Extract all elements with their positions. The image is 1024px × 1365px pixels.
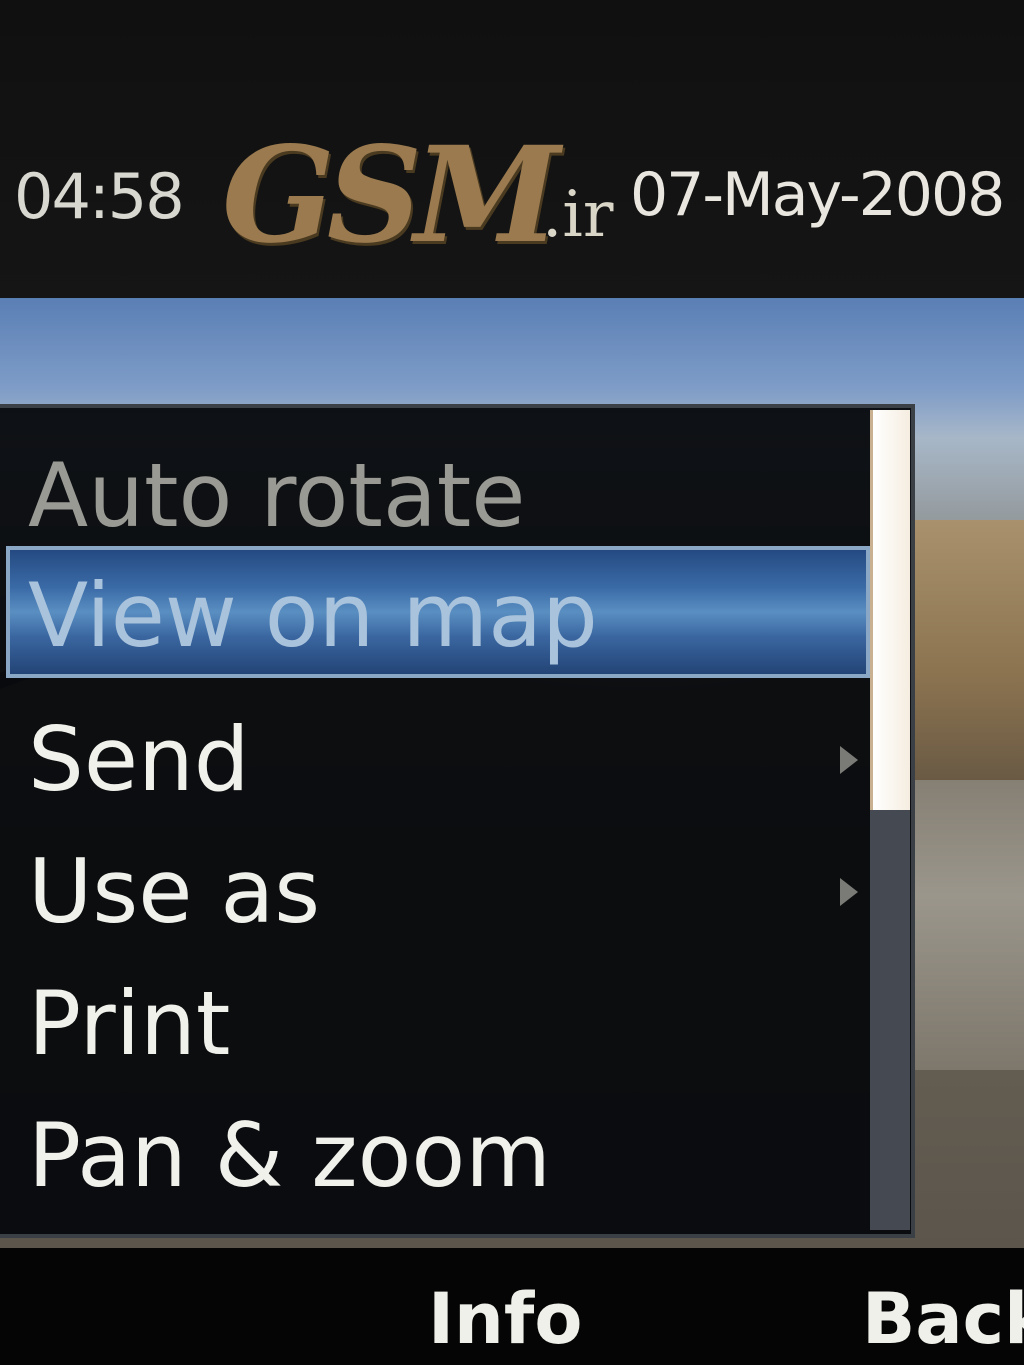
submenu-arrow-icon <box>840 878 858 906</box>
clock: 04:58 <box>14 160 185 233</box>
options-menu: Auto rotate View on map Send Use as Prin… <box>0 404 915 1238</box>
status-bar: 04:58 GSM .ir 07-May-2008 <box>0 0 1024 298</box>
photo-water <box>915 780 1024 1070</box>
menu-item-print[interactable]: Print <box>0 958 866 1090</box>
menu-item-label: Print <box>28 972 231 1075</box>
photo-building <box>915 520 1024 780</box>
menu-scrollbar[interactable] <box>870 410 910 1230</box>
menu-item-label: View on map <box>28 564 598 667</box>
menu-item-label: Pan & zoom <box>28 1104 551 1207</box>
menu-item-auto-rotate[interactable]: Auto rotate <box>0 430 866 562</box>
scrollbar-thumb[interactable] <box>870 410 910 810</box>
menu-item-label: Use as <box>28 840 321 943</box>
menu-item-pan-zoom[interactable]: Pan & zoom <box>0 1090 866 1222</box>
back-softkey[interactable]: Back <box>862 1278 1024 1360</box>
logo-suffix: .ir <box>542 178 614 252</box>
logo-text: GSM <box>222 118 560 273</box>
date: 07-May-2008 <box>630 160 1005 230</box>
menu-item-view-on-map[interactable]: View on map <box>6 546 870 678</box>
submenu-arrow-icon <box>840 746 858 774</box>
menu-item-use-as[interactable]: Use as <box>0 826 866 958</box>
softkey-bar: Info Back <box>0 1248 1024 1365</box>
watermark-logo: GSM .ir <box>222 118 642 273</box>
menu-item-send[interactable]: Send <box>0 694 866 826</box>
menu-item-label: Send <box>28 708 250 811</box>
info-softkey[interactable]: Info <box>428 1278 582 1360</box>
menu-item-label: Auto rotate <box>28 444 526 547</box>
